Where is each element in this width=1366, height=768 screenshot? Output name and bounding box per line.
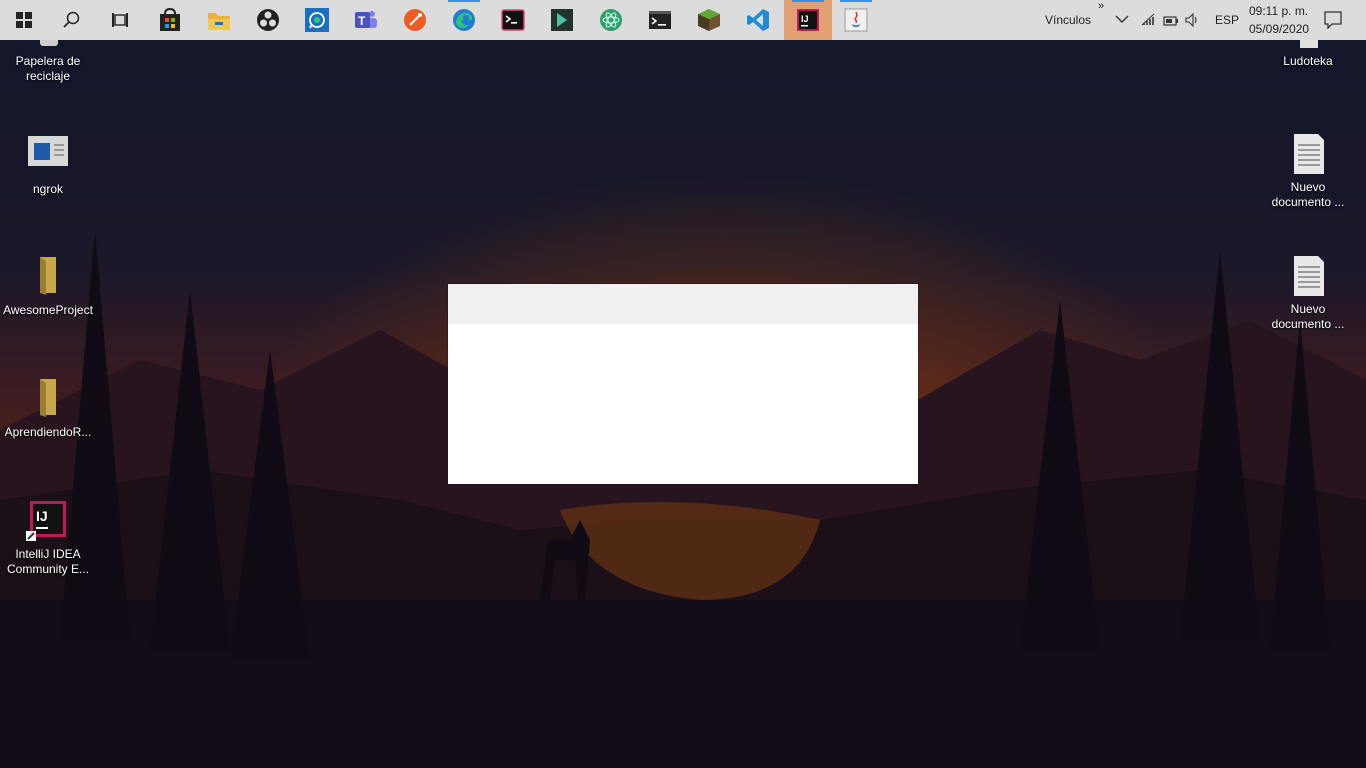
desktop-icon-label: AwesomeProject: [3, 303, 93, 317]
chevron-down-icon: [1115, 15, 1129, 23]
desktop-icon-label: reciclaje: [25, 69, 70, 83]
desktop-icon-label: documento ...: [1271, 195, 1345, 209]
desktop-icon-ngrok[interactable]: ngrok: [0, 134, 96, 197]
desktop-icon-label: AprendiendoR...: [4, 425, 92, 439]
taskbar-app-vscode[interactable]: [734, 0, 782, 40]
taskbar-app-file-explorer[interactable]: [195, 0, 243, 40]
teams-icon: T: [355, 11, 377, 28]
ngrok-icon: [26, 134, 70, 178]
folder-icon: [26, 255, 70, 299]
taskbar-app-intellij[interactable]: IJ: [784, 0, 832, 40]
terminal-icon: [501, 9, 525, 31]
desktop-icon-label: ngrok: [32, 182, 64, 196]
store-icon: [160, 8, 180, 31]
taskbar-app-teams[interactable]: T: [342, 0, 390, 40]
dialog-title-bar[interactable]: [448, 284, 918, 324]
volume-icon: [1185, 12, 1197, 28]
search-button[interactable]: [48, 0, 96, 40]
taskbar-app-command-prompt[interactable]: [636, 0, 684, 40]
minecraft-icon: [698, 9, 720, 31]
dialog-content-area: [448, 324, 918, 484]
task-view-icon: [112, 13, 128, 27]
desktop-icon-label: IntelliJ IDEA: [15, 547, 81, 561]
show-hidden-icons-button[interactable]: [1114, 12, 1130, 31]
notification-icon: [1324, 11, 1342, 30]
battery-icon: [1163, 16, 1178, 26]
start-button[interactable]: [0, 0, 48, 40]
taskbar-app-java[interactable]: [832, 0, 880, 40]
taskbar-app-obs[interactable]: [244, 0, 292, 40]
desktop-icon-label: Papelera de: [15, 54, 81, 68]
whatsapp-icon: [305, 8, 329, 32]
desktop-icon-label: documento ...: [1271, 317, 1345, 331]
desktop-icon-label: Community E...: [6, 562, 90, 576]
svg-text:IJ: IJ: [801, 14, 809, 24]
running-indicator: [840, 0, 872, 2]
desktop-icon-intellij[interactable]: IJ IntelliJ IDEA Community E...: [0, 499, 96, 577]
taskbar-app-store[interactable]: [146, 0, 194, 40]
taskbar-app-edge[interactable]: [440, 0, 488, 40]
intellij-icon: IJ: [26, 499, 70, 543]
svg-text:IJ: IJ: [36, 508, 48, 524]
action-center-button[interactable]: [1324, 11, 1342, 34]
desktop-icon-awesomeproject[interactable]: AwesomeProject: [0, 255, 96, 318]
clock-time[interactable]: 09:11 p. m.: [1249, 4, 1308, 18]
search-icon: [63, 11, 80, 28]
volume-button[interactable]: [1185, 12, 1201, 32]
desktop-icon-nuevo-documento-2[interactable]: Nuevo documento ...: [1260, 254, 1356, 332]
intellij-icon: IJ: [797, 9, 819, 31]
input-language-indicator[interactable]: ESP: [1215, 13, 1239, 27]
running-indicator: [792, 0, 824, 2]
toolbar-overflow-chevron-icon[interactable]: »: [1098, 0, 1104, 12]
obs-icon: [257, 9, 279, 31]
links-toolbar-label[interactable]: Vínculos: [1045, 13, 1091, 27]
taskbar-app-minecraft[interactable]: [685, 0, 733, 40]
desktop-icon-label: Nuevo: [1290, 180, 1326, 194]
network-button[interactable]: [1140, 13, 1156, 32]
wifi-icon: [1141, 13, 1155, 26]
windows-logo-icon: [16, 12, 32, 28]
desktop-icon-nuevo-documento-1[interactable]: Nuevo documento ...: [1260, 132, 1356, 210]
dialog-window[interactable]: [448, 284, 918, 484]
task-view-button[interactable]: [96, 0, 144, 40]
atom-icon: [600, 9, 622, 31]
file-explorer-icon: [208, 13, 230, 30]
taskbar-app-postman[interactable]: [391, 0, 439, 40]
document-icon: [1286, 254, 1330, 298]
arrow-app-icon: [551, 9, 573, 31]
folder-icon: [26, 377, 70, 421]
taskbar-app-whatsapp[interactable]: [293, 0, 341, 40]
java-icon: [844, 8, 868, 32]
vscode-icon: [747, 9, 769, 31]
postman-icon: [404, 9, 426, 31]
taskbar-app-arrow[interactable]: [538, 0, 586, 40]
svg-text:T: T: [358, 14, 366, 28]
desktop-icon-label: Ludoteka: [1283, 54, 1333, 68]
taskbar-app-terminal[interactable]: [489, 0, 537, 40]
taskbar: T IJ Vínculos » ESP 09:11 p. m. 05/09/20…: [0, 0, 1366, 40]
running-indicator: [448, 0, 480, 2]
desktop-icon-label: Nuevo: [1290, 302, 1326, 316]
clock-date[interactable]: 05/09/2020: [1249, 22, 1309, 36]
taskbar-app-atom[interactable]: [587, 0, 635, 40]
desktop-icon-aprendiendor[interactable]: AprendiendoR...: [0, 377, 96, 440]
command-prompt-icon: [649, 11, 671, 29]
battery-button[interactable]: [1163, 14, 1179, 32]
document-icon: [1286, 132, 1330, 176]
edge-icon: [453, 9, 475, 31]
